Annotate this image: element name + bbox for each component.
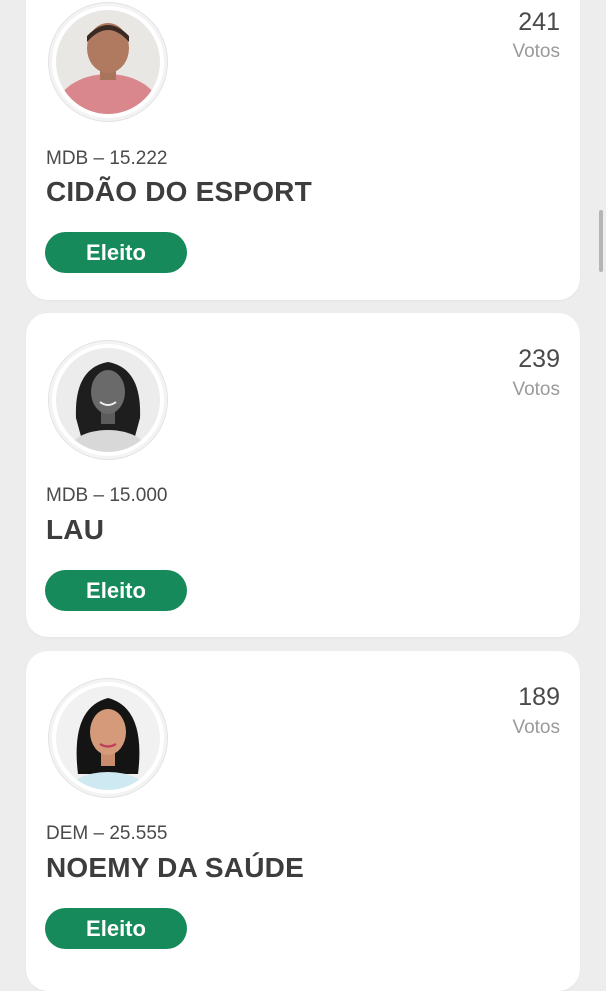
party-number: DEM – 25.555	[46, 823, 168, 844]
votes-count: 239	[518, 345, 560, 373]
votes-label: Votos	[512, 41, 560, 62]
party-number: MDB – 15.222	[46, 148, 168, 169]
votes-count: 189	[518, 683, 560, 711]
candidate-name: NOEMY DA SAÚDE	[46, 852, 304, 883]
candidate-photo	[48, 678, 168, 798]
candidate-card[interactable]: 189 Votos DEM – 25.555 NOEMY DA SAÚDE El…	[26, 651, 580, 991]
candidate-photo	[48, 340, 168, 460]
votes-count: 241	[518, 8, 560, 36]
candidate-card[interactable]: 241 Votos MDB – 15.222 CIDÃO DO ESPORT E…	[26, 0, 580, 300]
candidate-photo-image	[56, 686, 160, 790]
candidate-name: CIDÃO DO ESPORT	[46, 176, 312, 207]
status-badge: Eleito	[45, 908, 187, 949]
votes-label: Votos	[512, 379, 560, 400]
candidate-photo-image	[56, 348, 160, 452]
candidate-card[interactable]: 239 Votos MDB – 15.000 LAU Eleito	[26, 313, 580, 637]
scrollbar[interactable]	[599, 210, 603, 272]
candidate-photo-image	[56, 10, 160, 114]
status-badge: Eleito	[45, 232, 187, 273]
status-badge: Eleito	[45, 570, 187, 611]
candidate-photo	[48, 2, 168, 122]
candidate-name: LAU	[46, 514, 105, 545]
party-number: MDB – 15.000	[46, 485, 168, 506]
votes-label: Votos	[512, 717, 560, 738]
